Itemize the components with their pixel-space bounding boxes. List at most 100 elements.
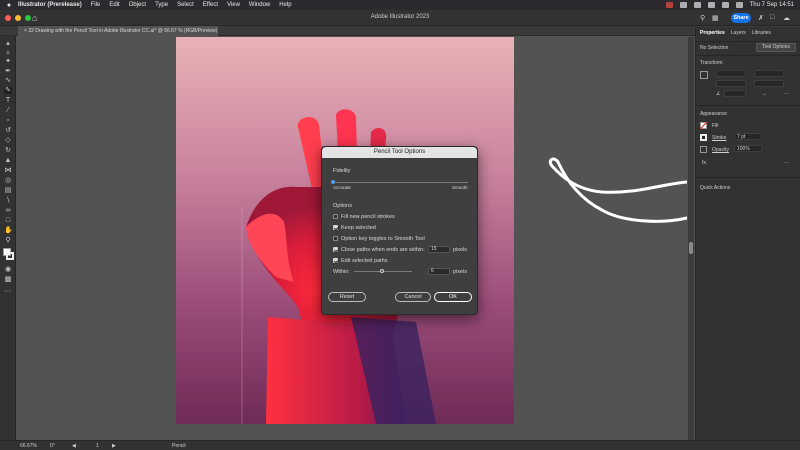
line-tool-icon[interactable]: ∕ <box>4 107 12 114</box>
height-field[interactable] <box>754 80 784 87</box>
type-tool-icon[interactable]: T <box>4 97 12 104</box>
fill-strokes-label[interactable]: Fill new pencil strokes <box>341 214 395 220</box>
artboard-number[interactable]: 1 <box>96 443 99 449</box>
within-input[interactable]: 6 <box>428 268 450 275</box>
artboard-tool-icon[interactable]: □ <box>4 217 12 224</box>
hand-tool-icon[interactable]: ✋ <box>4 227 13 234</box>
within-slider-handle[interactable] <box>380 269 384 273</box>
cancel-button[interactable]: Cancel <box>395 292 431 302</box>
close-paths-input[interactable]: 15 <box>428 246 450 253</box>
more-options-icon[interactable]: ⋯ <box>784 91 789 97</box>
wifi-icon[interactable] <box>707 2 715 8</box>
menu-file[interactable]: File <box>91 2 101 8</box>
curvature-tool-icon[interactable]: ∿ <box>4 77 12 84</box>
tab-layers[interactable]: Layers <box>731 30 746 39</box>
cloud-icon[interactable]: ☁ <box>783 14 790 22</box>
edit-selected-paths-label[interactable]: Edit selected paths <box>341 258 387 264</box>
keep-selected-checkbox[interactable] <box>333 225 338 230</box>
rotation-value[interactable]: 0° <box>50 443 55 449</box>
close-paths-checkbox[interactable] <box>333 247 338 252</box>
record-icon[interactable] <box>665 2 673 8</box>
zoom-level[interactable]: 66.67% <box>20 443 37 449</box>
menu-effect[interactable]: Effect <box>203 2 218 8</box>
stroke-weight-field[interactable]: 7 pt <box>734 133 762 140</box>
fidelity-slider[interactable] <box>333 182 468 183</box>
scale-tool-icon[interactable]: ▲ <box>4 157 12 164</box>
gradient-tool-icon[interactable]: ▤ <box>4 187 12 194</box>
control-center-icon[interactable] <box>735 2 743 8</box>
arrange-icon[interactable]: ▦ <box>712 14 719 22</box>
tab-properties[interactable]: Properties <box>700 30 725 39</box>
artboard-next-icon[interactable]: ▶ <box>112 443 116 449</box>
appearance-more-icon[interactable]: ⋯ <box>784 160 789 166</box>
more-tools-icon[interactable]: ⋯ <box>4 288 12 295</box>
fill-strokes-checkbox[interactable] <box>333 214 338 219</box>
option-key-toggle-label[interactable]: Option key toggles to Smooth Tool <box>341 236 425 242</box>
width-field[interactable] <box>754 70 784 77</box>
shape-builder-icon[interactable]: ◎ <box>4 177 12 184</box>
menu-app[interactable]: Illustrator (Prerelease) <box>18 2 82 8</box>
share-button[interactable]: Share <box>731 13 751 23</box>
scrollbar-thumb[interactable] <box>689 242 693 254</box>
x-field[interactable] <box>716 70 746 77</box>
menu-window[interactable]: Window <box>249 2 270 8</box>
effects-label[interactable]: fx. <box>702 160 707 166</box>
rotate-tool-icon[interactable]: ↻ <box>4 147 12 154</box>
menu-help[interactable]: Help <box>279 2 291 8</box>
reset-button[interactable]: Reset <box>328 292 366 302</box>
bluetooth-icon[interactable] <box>679 2 687 8</box>
drawing-modes-icon[interactable]: ◉ <box>4 266 12 273</box>
tool-options-button[interactable]: Tool Options <box>756 43 796 52</box>
rectangle-tool-icon[interactable]: ▫ <box>4 117 12 124</box>
ok-button[interactable]: OK <box>434 292 472 302</box>
apple-icon[interactable]: ● <box>0 2 18 9</box>
panel-tabs: Properties Layers Libraries <box>696 30 800 39</box>
menu-edit[interactable]: Edit <box>109 2 119 8</box>
help-icon[interactable]: ✗ <box>758 14 764 22</box>
blend-tool-icon[interactable]: ∞ <box>4 207 12 214</box>
rotation-field[interactable] <box>724 90 746 97</box>
eraser-tool-icon[interactable]: ◇ <box>4 137 12 144</box>
reference-point-icon[interactable] <box>700 71 708 79</box>
battery-icon[interactable] <box>693 2 701 8</box>
menu-object[interactable]: Object <box>129 2 146 8</box>
stroke-weight-value: 7 pt <box>737 134 746 140</box>
flip-icon[interactable]: ↔ <box>762 91 767 97</box>
option-key-toggle-checkbox[interactable] <box>333 236 338 241</box>
stroke-color-swatch[interactable] <box>700 134 707 141</box>
stroke-label[interactable]: Stroke <box>712 135 726 141</box>
close-paths-label[interactable]: Close paths when ends are within: <box>341 247 425 253</box>
pencil-stroke[interactable] <box>542 152 687 267</box>
edit-selected-paths-checkbox[interactable] <box>333 258 338 263</box>
screen-mode-icon[interactable]: ▩ <box>4 276 12 283</box>
pencil-tool-icon[interactable]: ✎ <box>4 87 12 94</box>
zoom-tool-icon[interactable]: ⚲ <box>4 237 12 244</box>
artboard-prev-icon[interactable]: ◀ <box>72 443 76 449</box>
search-icon[interactable] <box>721 2 729 8</box>
eyedropper-icon[interactable]: ∖ <box>4 197 12 204</box>
fidelity-slider-handle[interactable] <box>331 180 335 184</box>
tab-libraries[interactable]: Libraries <box>752 30 771 39</box>
document-tab[interactable]: × 32 Drawing with the Pencil Tool in Ado… <box>18 26 218 36</box>
pen-tool-icon[interactable]: ✒ <box>4 68 12 75</box>
mac-menubar: ● Illustrator (Prerelease) File Edit Obj… <box>0 0 800 10</box>
search-app-icon[interactable]: ⚲ <box>700 14 705 22</box>
workspace-icon[interactable]: □ <box>770 14 774 21</box>
opacity-field[interactable]: 100% <box>734 145 762 152</box>
selection-tool-icon[interactable]: ▴ <box>4 40 12 47</box>
direct-selection-tool-icon[interactable]: ▵ <box>4 49 12 56</box>
magic-wand-icon[interactable]: ✦ <box>4 58 12 65</box>
stroke-swatch[interactable] <box>6 252 14 260</box>
vertical-scrollbar[interactable] <box>688 37 694 440</box>
menubar-status-area: Thu 7 Sep 14:51 <box>665 0 794 10</box>
keep-selected-label[interactable]: Keep selected <box>341 225 376 231</box>
width-tool-icon[interactable]: ⋈ <box>4 167 12 174</box>
clock[interactable]: Thu 7 Sep 14:51 <box>750 2 794 8</box>
menu-type[interactable]: Type <box>155 2 168 8</box>
rotate-icon[interactable]: ∠ <box>716 91 720 97</box>
menu-select[interactable]: Select <box>177 2 194 8</box>
paintbrush-tool-icon[interactable]: ↺ <box>4 127 12 134</box>
menu-view[interactable]: View <box>227 2 240 8</box>
y-field[interactable] <box>716 80 746 87</box>
opacity-label[interactable]: Opacity <box>712 147 729 153</box>
